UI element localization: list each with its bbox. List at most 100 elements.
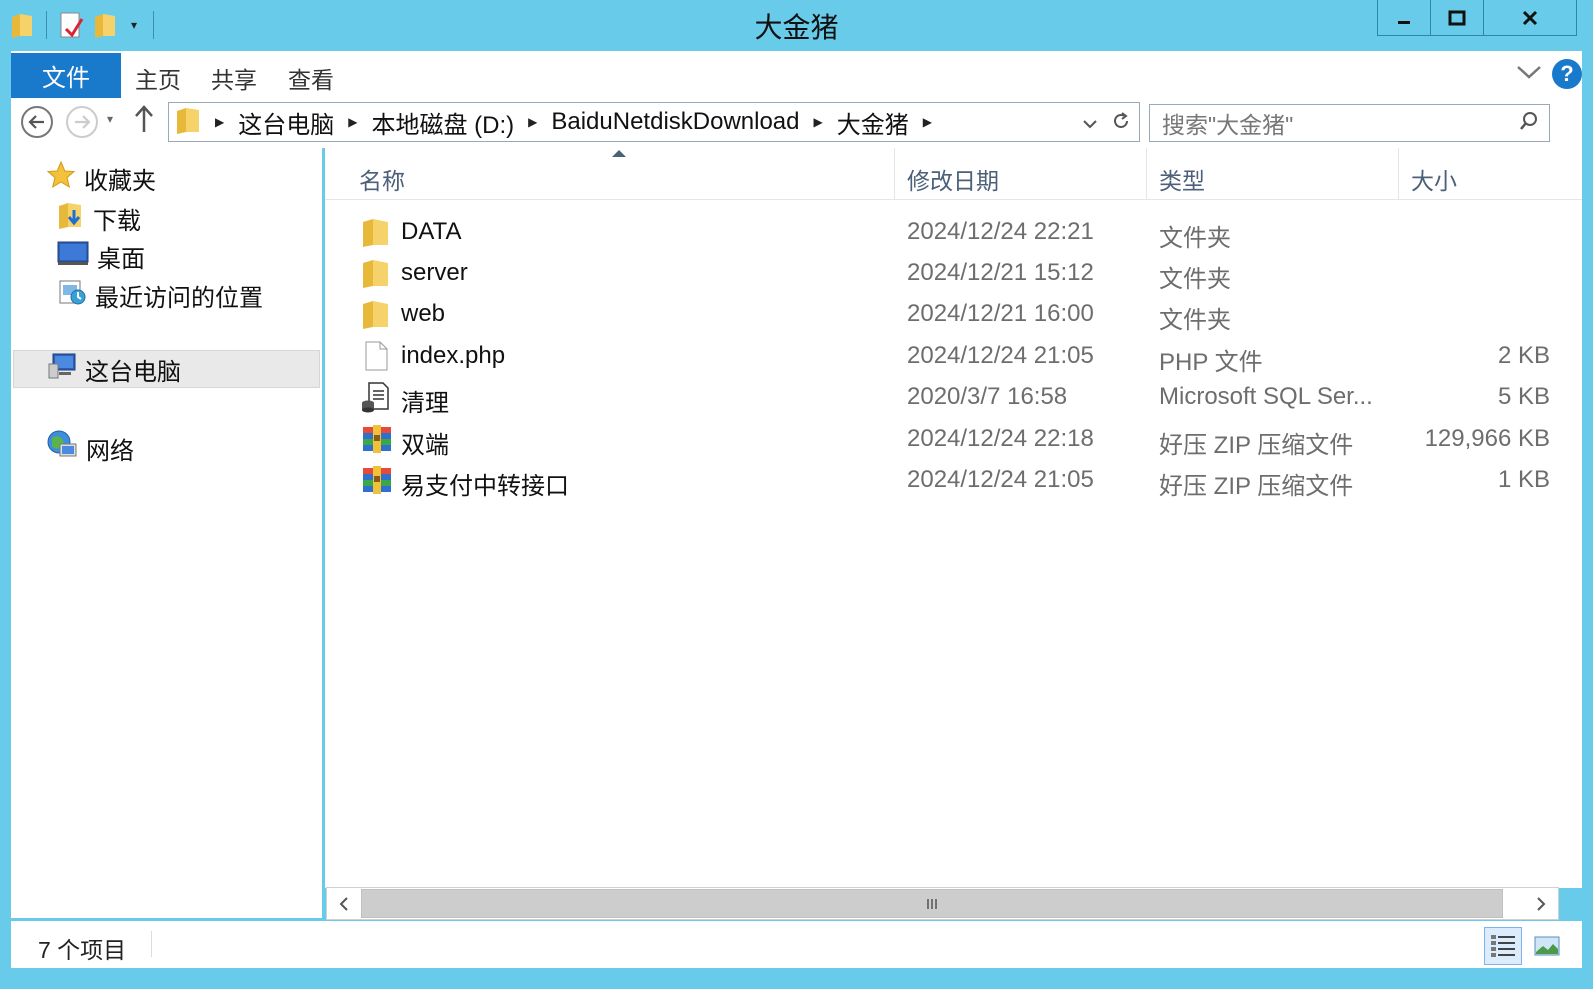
file-size: 2 KB [1497,342,1550,369]
ribbon-controls: ? [1516,59,1582,89]
properties-icon[interactable] [57,10,85,40]
breadcrumb-current-folder[interactable]: 大金猪 [837,105,909,140]
file-size: 5 KB [1497,383,1550,410]
tab-home[interactable]: 主页 [135,61,181,95]
back-button[interactable] [21,106,53,138]
folder-icon [361,257,393,289]
table-row[interactable]: server 2024/12/21 15:12 文件夹 [325,253,1582,294]
new-folder-icon[interactable] [91,10,119,40]
address-bar[interactable]: ▶ 这台电脑 ▶ 本地磁盘 (D:) ▶ BaiduNetdiskDownloa… [168,102,1140,142]
help-icon[interactable]: ? [1552,59,1582,89]
zip-archive-icon [361,423,393,455]
customize-toolbar-dropdown[interactable]: ▾ [125,18,143,32]
search-input[interactable]: 搜索"大金猪" [1149,104,1550,142]
forward-button[interactable] [66,106,98,138]
desktop-icon [57,240,89,273]
column-header-size[interactable]: 大小 [1411,162,1457,196]
toolbar-divider [46,11,47,39]
file-name: index.php [401,342,506,369]
file-list: 名称 修改日期 类型 大小 DATA 2024/12/24 22:21 文件夹 … [325,148,1582,888]
file-date: 2024/12/24 21:05 [907,466,1094,493]
large-icons-view-button[interactable] [1528,927,1566,965]
recent-places-icon [57,277,87,314]
up-button[interactable] [133,104,155,141]
table-row[interactable]: index.php 2024/12/24 21:05 PHP 文件 2 KB [325,336,1582,377]
scrollbar-thumb[interactable] [361,889,1503,918]
search-placeholder: 搜索"大金猪" [1162,112,1294,138]
nav-item-label: 最近访问的位置 [95,285,263,312]
horizontal-scrollbar[interactable] [326,887,1559,920]
minimize-button[interactable] [1377,0,1431,36]
file-date: 2024/12/24 22:18 [907,425,1094,452]
breadcrumb-chevron-icon[interactable]: ▶ [528,115,537,129]
search-icon[interactable] [1519,111,1539,136]
nav-item-recent-places[interactable]: 最近访问的位置 [57,277,263,314]
status-bar: 7 个项目 [11,921,1582,968]
column-header-date[interactable]: 修改日期 [907,162,999,196]
details-view-button[interactable] [1484,927,1522,965]
file-name: 易支付中转接口 [401,473,569,500]
file-date: 2020/3/7 16:58 [907,383,1068,410]
nav-item-label: 桌面 [97,246,145,273]
nav-item-downloads[interactable]: 下载 [57,200,141,237]
table-row[interactable]: DATA 2024/12/24 22:21 文件夹 [325,212,1582,253]
column-divider[interactable] [1146,148,1147,200]
table-row[interactable]: 清理 2020/3/7 16:58 Microsoft SQL Ser... 5… [325,377,1582,418]
column-header-name[interactable]: 名称 [359,162,405,196]
refresh-icon[interactable] [1111,111,1131,136]
table-row[interactable]: 易支付中转接口 2024/12/24 21:05 好压 ZIP 压缩文件 1 K… [325,460,1582,501]
breadcrumb-chevron-icon[interactable]: ▶ [923,115,932,129]
file-name: server [401,259,468,286]
breadcrumb-chevron-icon[interactable]: ▶ [348,115,357,129]
tab-view[interactable]: 查看 [288,61,334,95]
window-controls [1377,0,1577,36]
file-name: 清理 [401,390,449,417]
breadcrumb-chevron-icon[interactable]: ▶ [215,115,224,129]
file-date: 2024/12/21 15:12 [907,259,1094,286]
close-button[interactable] [1483,0,1577,36]
sort-ascending-icon [612,150,626,157]
toolbar-divider [153,11,154,39]
column-divider[interactable] [894,148,895,200]
nav-item-label: 收藏夹 [84,168,156,195]
breadcrumb-baidu-download[interactable]: BaiduNetdiskDownload [551,108,799,136]
zip-archive-icon [361,464,393,496]
folder-icon [175,105,201,140]
scroll-right-button[interactable] [1524,888,1558,919]
file-date: 2024/12/21 16:00 [907,300,1094,327]
quick-access-toolbar: ▾ [8,6,158,44]
file-name: web [401,300,446,327]
status-divider [151,931,152,957]
expand-ribbon-icon[interactable] [1516,64,1542,85]
nav-item-label: 下载 [93,208,141,235]
maximize-button[interactable] [1430,0,1484,36]
breadcrumb-this-pc[interactable]: 这台电脑 [238,105,334,140]
tab-share[interactable]: 共享 [211,61,257,95]
nav-item-label: 这台电脑 [85,358,181,386]
window-title: 大金猪 [754,12,839,43]
address-row: ▾ ▶ 这台电脑 ▶ 本地磁盘 (D:) ▶ BaiduNetdiskDownl… [11,98,1582,148]
nav-item-favorites[interactable]: 收藏夹 [46,160,156,197]
breadcrumb-local-disk[interactable]: 本地磁盘 (D:) [371,105,514,140]
history-dropdown-icon[interactable] [1083,113,1097,134]
nav-item-this-pc[interactable]: 这台电脑 [13,350,320,388]
column-header-type[interactable]: 类型 [1159,162,1205,196]
nav-item-network[interactable]: 网络 [46,430,134,467]
document-icon [361,340,393,372]
folder-icon[interactable] [8,10,36,40]
nav-item-desktop[interactable]: 桌面 [57,239,145,274]
breadcrumb-chevron-icon[interactable]: ▶ [814,115,823,129]
star-icon [46,160,76,197]
recent-locations-dropdown[interactable]: ▾ [107,112,113,126]
file-name: DATA [401,218,462,245]
file-type: 文件夹 [1159,307,1231,334]
item-count: 7 个项目 [38,937,127,963]
table-row[interactable]: web 2024/12/21 16:00 文件夹 [325,294,1582,335]
scroll-left-button[interactable] [327,888,361,919]
column-divider[interactable] [1398,148,1399,200]
file-size: 1 KB [1497,466,1550,493]
address-tools [1083,111,1131,136]
file-size: 129,966 KB [1424,425,1550,452]
table-row[interactable]: 双端 2024/12/24 22:18 好压 ZIP 压缩文件 129,966 … [325,419,1582,460]
tab-file[interactable]: 文件 [11,53,121,98]
